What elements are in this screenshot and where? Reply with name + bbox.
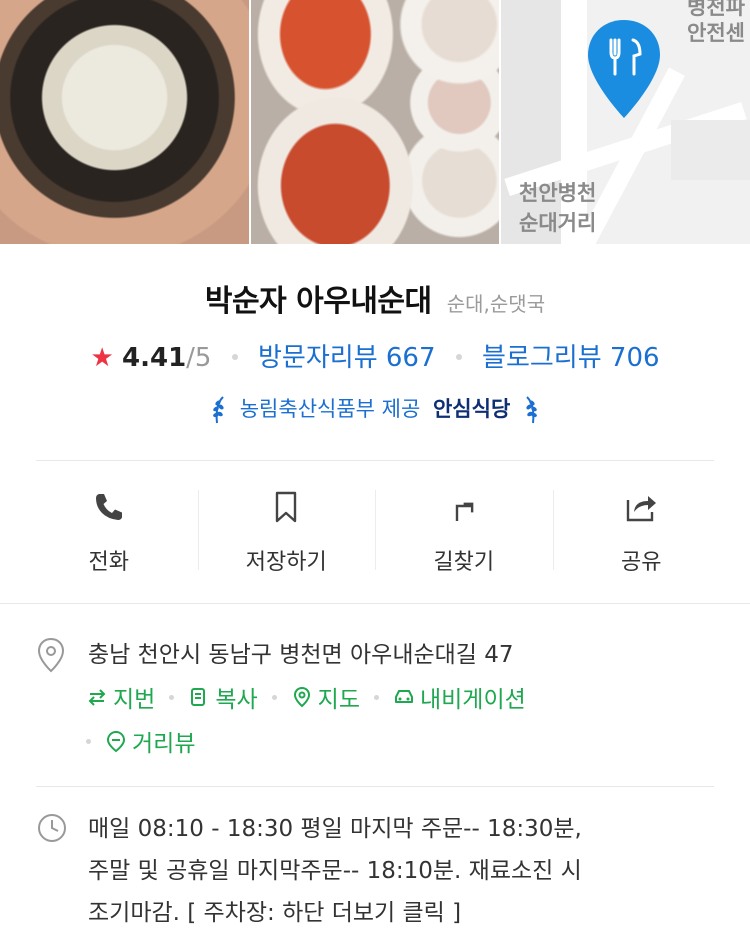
directions-button[interactable]: 길찾기 [375, 470, 553, 590]
map-label-2: 안전센 [687, 21, 745, 45]
map-pin-icon [293, 686, 310, 708]
separator-dot [169, 694, 175, 700]
share-label: 공유 [621, 550, 662, 575]
safe-restaurant-badge[interactable]: 농림축산식품부 제공 안심식당 [0, 393, 750, 425]
title-row: 박순자 아우내순대 순대,순댓국 [0, 276, 750, 320]
badge-provider: 농림축산식품부 제공 [239, 397, 421, 421]
call-label: 전화 [88, 550, 129, 575]
divider [36, 460, 714, 461]
share-button[interactable]: 공유 [552, 470, 731, 590]
street-view-label: 거리뷰 [132, 731, 196, 757]
photo-side-dishes[interactable] [251, 0, 499, 244]
map-label: 지도 [317, 687, 360, 713]
rating-row: ★ 4.41/5 방문자리뷰 667 블로그리뷰 706 [0, 337, 750, 374]
address-text: 충남 천안시 동남구 병천면 아우내순대길 47 [88, 642, 514, 668]
divider [36, 786, 714, 787]
separator-dot [455, 353, 462, 360]
copy-link[interactable]: 복사 [188, 680, 258, 714]
place-name: 박순자 아우내순대 [204, 284, 432, 319]
map-link[interactable]: 지도 [291, 680, 360, 714]
directions-label: 길찾기 [433, 550, 495, 575]
map-label-3: 천안병천 [519, 181, 597, 205]
swap-icon [88, 689, 106, 706]
rating-max: /5 [186, 343, 212, 373]
copy-label: 복사 [215, 687, 258, 713]
call-button[interactable]: 전화 [20, 470, 198, 590]
star-icon: ★ [90, 343, 114, 373]
jibun-link[interactable]: 지번 [86, 680, 155, 714]
directions-icon [455, 502, 474, 521]
clock-icon [38, 814, 66, 842]
navigation-label: 내비게이션 [419, 687, 526, 713]
business-hours[interactable]: 매일 08:10 - 18:30 평일 마지막 주문-- 18:30분, 주말 … [88, 808, 708, 934]
photo-soup[interactable] [0, 0, 249, 244]
bookmark-icon [276, 491, 297, 523]
separator-dot [231, 353, 238, 360]
map-label-4: 순대거리 [519, 211, 597, 235]
car-icon [394, 690, 413, 703]
laurel-right-icon [526, 396, 537, 424]
street-view-link[interactable]: 거리뷰 [105, 724, 195, 758]
separator-dot [373, 694, 379, 700]
copy-icon [191, 688, 206, 706]
separator-dot [271, 694, 277, 700]
address-links-second-row: 거리뷰 [86, 724, 195, 758]
save-label: 저장하기 [245, 550, 327, 575]
separator-dot [86, 738, 91, 744]
navigation-link[interactable]: 내비게이션 [393, 680, 526, 714]
place-category: 순대,순댓국 [446, 292, 546, 316]
phone-icon [95, 494, 122, 520]
visitor-reviews-link[interactable]: 방문자리뷰 667 [258, 343, 436, 373]
restaurant-pin-icon [588, 20, 660, 118]
hours-line-1: 매일 08:10 - 18:30 평일 마지막 주문-- 18:30분, [88, 816, 582, 842]
street-view-icon [106, 730, 126, 752]
address-links: 지번 복사 지도 내비게이션 [86, 680, 526, 714]
action-bar: 전화 저장하기 길찾기 공유 [20, 470, 730, 590]
share-icon [627, 496, 657, 522]
jibun-label: 지번 [113, 687, 156, 713]
hours-line-3: 조기마감. [ 주차장: 하단 더보기 클릭 ] [88, 900, 462, 926]
divider [0, 603, 750, 604]
photo-strip[interactable]: 병천파 안전센 천안병천 순대거리 [0, 0, 750, 244]
photo-map-thumbnail[interactable]: 병천파 안전센 천안병천 순대거리 [501, 0, 750, 244]
hours-line-2: 주말 및 공휴일 마지막주문-- 18:10분. 재료소진 시 [88, 858, 582, 884]
laurel-left-icon [213, 396, 224, 424]
location-icon [37, 637, 65, 673]
blog-reviews-link[interactable]: 블로그리뷰 706 [482, 343, 660, 373]
map-label-1: 병천파 [687, 0, 745, 19]
badge-title: 안심식당 [432, 397, 511, 421]
save-button[interactable]: 저장하기 [197, 470, 376, 590]
rating-score: 4.41 [122, 343, 187, 373]
